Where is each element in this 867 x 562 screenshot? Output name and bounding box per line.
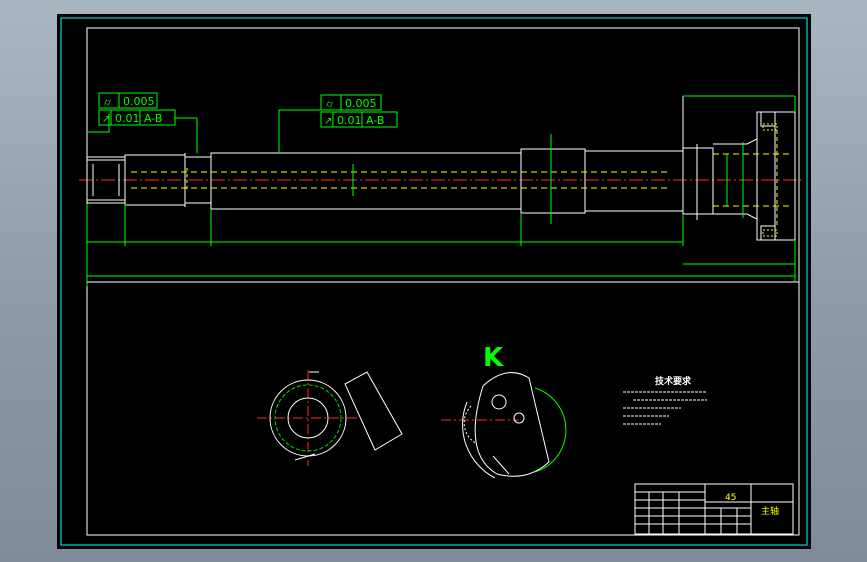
cylindricity-icon: ⌭ (326, 99, 334, 110)
gdt-frame-2: ⌭ 0.005 ↗ 0.01 A-B (278, 94, 398, 153)
title-block: 45 主轴 (634, 483, 794, 535)
gdt-2-datum: A-B (366, 114, 384, 127)
runout-icon: ↗ (324, 116, 332, 127)
tech-requirements: 技术要求 (623, 375, 707, 425)
shaft-step-1 (520, 148, 586, 214)
runout-icon: ↗ (102, 114, 110, 125)
shaft-body (210, 152, 522, 210)
shaft-step-2 (584, 150, 684, 212)
gdt-1-runout: 0.01 (115, 112, 140, 125)
gdt-2-runout: 0.01 (337, 114, 362, 127)
tech-requirements-heading: 技术要求 (655, 375, 692, 387)
gdt-1-datum: A-B (144, 112, 162, 125)
section-label-k: K (483, 343, 504, 373)
title-part-name: 主轴 (761, 505, 779, 517)
shaft-flange (713, 111, 796, 241)
spline-section-view (257, 370, 403, 466)
gdt-1-tolerance: 0.005 (123, 95, 155, 108)
title-material: 45 (725, 493, 736, 503)
k-detail-view (441, 372, 567, 479)
gdt-2-tolerance: 0.005 (345, 97, 377, 110)
dimensions (86, 95, 799, 286)
spline-tooth-cut (344, 371, 403, 451)
gdt-frame-1: ⌭ 0.005 ↗ 0.01 A-B (87, 92, 198, 153)
drawing-sheet[interactable]: ⌭ 0.005 ↗ 0.01 A-B ⌭ 0.005 ↗ 0.01 A-B K (57, 14, 811, 549)
k-detail-outline (474, 372, 550, 477)
drawing-canvas: ⌭ 0.005 ↗ 0.01 A-B ⌭ 0.005 ↗ 0.01 A-B K (60, 17, 808, 546)
cylindricity-icon: ⌭ (104, 97, 112, 108)
